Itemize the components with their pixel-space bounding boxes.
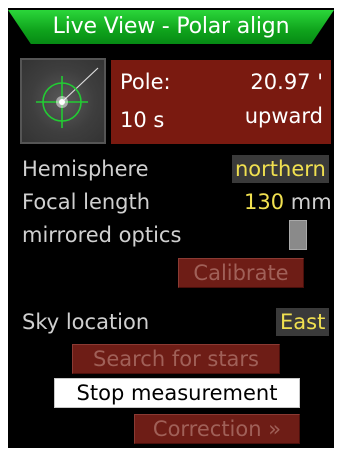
focal-length-value: 130: [244, 190, 285, 214]
page-title: Live View - Polar align: [8, 10, 334, 44]
mirrored-optics-label: mirrored optics: [22, 223, 182, 247]
hemisphere-select[interactable]: northern: [232, 155, 329, 183]
live-view-thumbnail: [20, 58, 106, 144]
stop-measurement-button[interactable]: Stop measurement: [54, 378, 300, 408]
correction-button[interactable]: Correction »: [134, 414, 300, 444]
direction-value: upward: [244, 104, 323, 128]
polar-align-screen: Live View - Polar align Pole: 20.97 ' 10…: [8, 8, 334, 448]
sky-location-label: Sky location: [22, 310, 150, 334]
search-for-stars-button[interactable]: Search for stars: [72, 344, 280, 374]
measurement-status-panel: Pole: 20.97 ' 10 s upward: [111, 60, 331, 144]
sky-location-select[interactable]: East: [276, 308, 330, 336]
crosshair-star-icon: [36, 67, 99, 128]
focal-length-label: Focal length: [22, 190, 151, 214]
calibrate-button[interactable]: Calibrate: [178, 258, 304, 288]
exposure-time-value: 10 s: [120, 108, 165, 132]
pole-label: Pole:: [120, 70, 171, 94]
focal-length-field[interactable]: 130 mm: [244, 188, 332, 216]
mirrored-optics-checkbox[interactable]: [289, 220, 307, 250]
focal-length-unit: mm: [290, 190, 332, 214]
hemisphere-label: Hemisphere: [22, 157, 149, 181]
pole-value: 20.97 ': [250, 70, 323, 94]
